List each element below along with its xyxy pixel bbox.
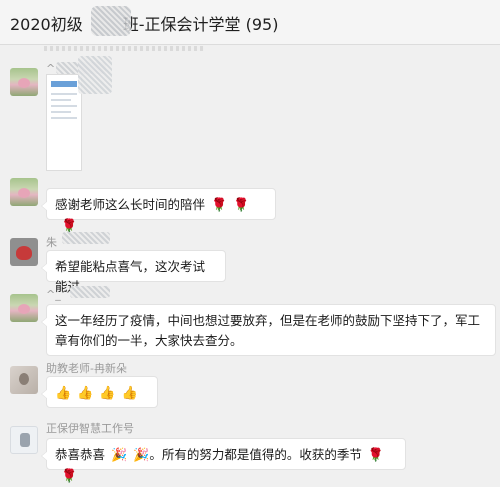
avatar[interactable] xyxy=(10,426,38,454)
sender-name: 正保伊智慧工作号 xyxy=(46,422,134,435)
sender-name: 助教老师-冉新朵 xyxy=(46,362,127,375)
thumbs-up-emoji: 👍 xyxy=(77,386,94,401)
rose-emoji: 🌹 xyxy=(367,448,385,463)
thumbs-up-emoji: 👍 xyxy=(121,386,138,401)
thumbs-up-emoji: 👍 xyxy=(55,386,72,401)
message-row: 感谢老师这么长时间的陪伴 🌹 🌹🌹 xyxy=(0,178,500,234)
thumbs-up-emoji: 👍 xyxy=(99,386,116,401)
message-text: 。所有的努力都是值得的。收获的季节 xyxy=(149,447,362,462)
previous-message-redaction xyxy=(44,46,204,51)
message-row: 朱 希望能粘点喜气，这次考试能过 xyxy=(0,232,500,294)
avatar[interactable] xyxy=(10,68,38,96)
message-bubble[interactable]: 希望能粘点喜气，这次考试能过 xyxy=(41,250,226,294)
message-row: ^ xyxy=(0,56,500,171)
sender-name: ^_^ xyxy=(46,288,70,301)
chat-title-prefix: 2020初级 xyxy=(10,15,83,34)
rose-emoji: 🌹 xyxy=(61,469,78,484)
party-popper-emoji: 🎉 xyxy=(133,448,150,463)
message-bubble[interactable]: 这一年经历了疫情，中间也想过要放弃，但是在老师的鼓励下坚持下了，军工章有你们的一… xyxy=(41,304,496,356)
message-row: ^_^ 这一年经历了疫情，中间也想过要放弃，但是在老师的鼓励下坚持下了，军工章有… xyxy=(0,286,500,356)
message-bubble[interactable]: 👍 👍 👍 👍 xyxy=(41,376,158,408)
avatar[interactable] xyxy=(10,294,38,322)
image-redaction xyxy=(78,56,112,94)
message-text: 恭喜恭喜 xyxy=(55,447,106,462)
sender-name-redaction xyxy=(70,286,110,298)
rose-emoji: 🌹 xyxy=(233,198,250,213)
image-text-line xyxy=(51,117,77,119)
chat-title[interactable]: 2020初级 班-正保会计学堂 (95) xyxy=(10,11,278,35)
image-text-line xyxy=(51,105,77,107)
rose-emoji: 🌹 xyxy=(211,198,228,213)
image-message[interactable] xyxy=(46,74,82,171)
party-popper-emoji: 🎉 xyxy=(111,448,128,463)
chat-title-suffix: 班-正保会计学堂 (95) xyxy=(122,15,279,34)
message-bubble[interactable]: 感谢老师这么长时间的陪伴 🌹 🌹🌹 xyxy=(41,188,276,234)
image-text-line xyxy=(51,99,72,101)
title-redaction xyxy=(91,6,131,36)
sender-name-redaction xyxy=(62,232,110,244)
sender-name: 朱 xyxy=(46,236,57,249)
image-text-line xyxy=(51,111,72,113)
message-text: 这一年经历了疫情，中间也想过要放弃，但是在老师的鼓励下坚持下了，军工章有你们的一… xyxy=(55,313,481,348)
avatar[interactable] xyxy=(10,366,38,394)
image-text-line xyxy=(51,93,77,95)
message-text: 感谢老师这么长时间的陪伴 xyxy=(55,197,206,212)
message-row: 助教老师-冉新朵 👍 👍 👍 👍 xyxy=(0,360,500,410)
avatar[interactable] xyxy=(10,178,38,206)
chat-header: 2020初级 班-正保会计学堂 (95) xyxy=(0,0,500,45)
message-bubble[interactable]: 恭喜恭喜 🎉 🎉。所有的努力都是值得的。收获的季节 🌹🌹 xyxy=(41,438,406,484)
message-row: 正保伊智慧工作号 恭喜恭喜 🎉 🎉。所有的努力都是值得的。收获的季节 🌹🌹 xyxy=(0,420,500,484)
image-header-bar xyxy=(51,81,77,87)
avatar[interactable] xyxy=(10,238,38,266)
